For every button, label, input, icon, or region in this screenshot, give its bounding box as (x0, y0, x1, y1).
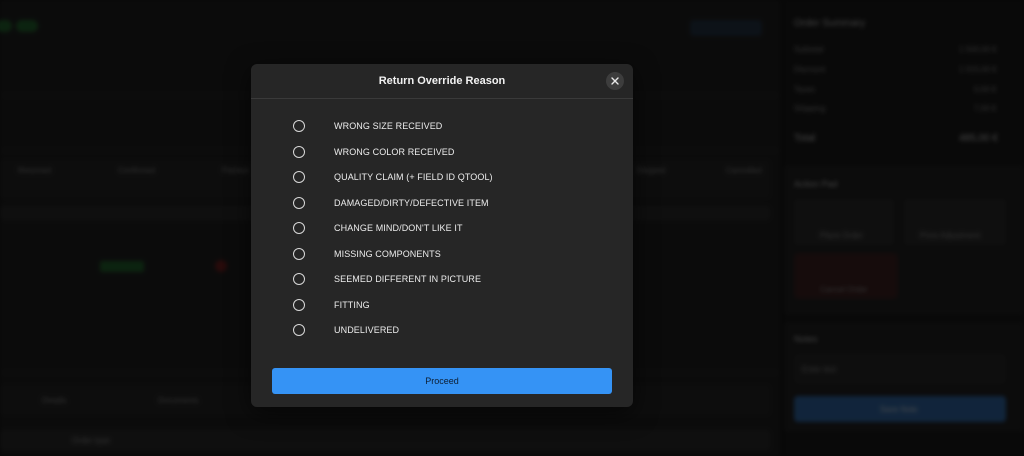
reason-label: MISSING COMPONENTS (334, 248, 441, 259)
reason-label: CHANGE MIND/DON'T LIKE IT (334, 223, 463, 233)
reason-option[interactable]: MISSING COMPONENTS (293, 244, 441, 264)
dialog-header: Return Override Reason (251, 64, 633, 99)
radio-button[interactable] (293, 298, 305, 311)
radio-button[interactable] (293, 324, 305, 336)
radio-button[interactable] (293, 273, 305, 285)
reason-label: DAMAGED/DIRTY/DEFECTIVE ITEM (334, 197, 489, 208)
reason-option[interactable]: FITTING (293, 295, 370, 315)
close-button[interactable] (606, 72, 624, 90)
reason-label: WRONG COLOR RECEIVED (334, 146, 455, 157)
return-override-reason-dialog: Return Override Reason WRONG SIZE RECEIV… (251, 64, 633, 407)
reason-option[interactable]: SEEMED DIFFERENT IN PICTURE (293, 269, 481, 289)
dialog-title: Return Override Reason (378, 75, 506, 87)
radio-button[interactable] (293, 196, 305, 209)
close-icon (611, 77, 619, 85)
radio-button[interactable] (293, 171, 305, 183)
radio-button[interactable] (293, 145, 305, 158)
proceed-button[interactable]: Proceed (272, 368, 612, 394)
radio-button[interactable] (293, 222, 305, 234)
radio-button[interactable] (293, 247, 305, 260)
reason-label: SEEMED DIFFERENT IN PICTURE (334, 274, 482, 284)
radio-button[interactable] (293, 120, 305, 132)
reason-option[interactable]: UNDELIVERED (293, 320, 399, 340)
reason-option[interactable]: QUALITY CLAIM (+ FIELD ID QTOOL) (293, 167, 493, 187)
reason-label: WRONG SIZE RECEIVED (334, 121, 443, 131)
reason-option[interactable]: CHANGE MIND/DON'T LIKE IT (293, 218, 462, 238)
reason-label: QUALITY CLAIM (+ FIELD ID QTOOL) (334, 172, 493, 182)
reason-label: FITTING (334, 299, 370, 310)
reason-option[interactable]: WRONG COLOR RECEIVED (293, 142, 454, 162)
reason-option[interactable]: DAMAGED/DIRTY/DEFECTIVE ITEM (293, 193, 489, 213)
reason-label: UNDELIVERED (334, 325, 400, 335)
reason-option[interactable]: WRONG SIZE RECEIVED (293, 116, 442, 136)
